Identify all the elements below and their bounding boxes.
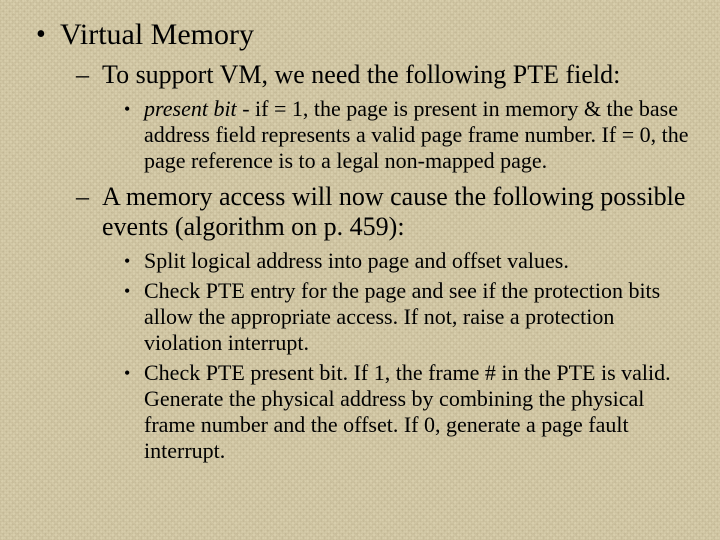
present-bit-emph: present bit: [144, 96, 237, 121]
bullet-level-3: Split logical address into page and offs…: [102, 248, 690, 464]
section-1: To support VM, we need the following PTE…: [76, 60, 690, 174]
section-2-heading: A memory access will now cause the follo…: [102, 182, 685, 241]
bullet-level-1: Virtual Memory To support VM, we need th…: [30, 18, 690, 464]
event-check-present-bit: Check PTE present bit. If 1, the frame #…: [122, 360, 690, 464]
event-check-present-bit-text: Check PTE present bit. If 1, the frame #…: [144, 360, 671, 463]
section-1-heading: To support VM, we need the following PTE…: [102, 60, 620, 89]
bullet-level-2: To support VM, we need the following PTE…: [60, 60, 690, 464]
title-item: Virtual Memory To support VM, we need th…: [30, 18, 690, 464]
event-check-protection-text: Check PTE entry for the page and see if …: [144, 278, 660, 355]
event-split-address: Split logical address into page and offs…: [122, 248, 690, 274]
present-bit-text: present bit - if = 1, the page is presen…: [144, 96, 688, 173]
event-check-protection: Check PTE entry for the page and see if …: [122, 278, 690, 356]
section-2: A memory access will now cause the follo…: [76, 182, 690, 464]
slide-title: Virtual Memory: [60, 18, 254, 51]
present-bit-item: present bit - if = 1, the page is presen…: [122, 96, 690, 174]
slide: Virtual Memory To support VM, we need th…: [0, 0, 720, 540]
event-split-address-text: Split logical address into page and offs…: [144, 248, 569, 273]
bullet-level-3: present bit - if = 1, the page is presen…: [102, 96, 690, 174]
